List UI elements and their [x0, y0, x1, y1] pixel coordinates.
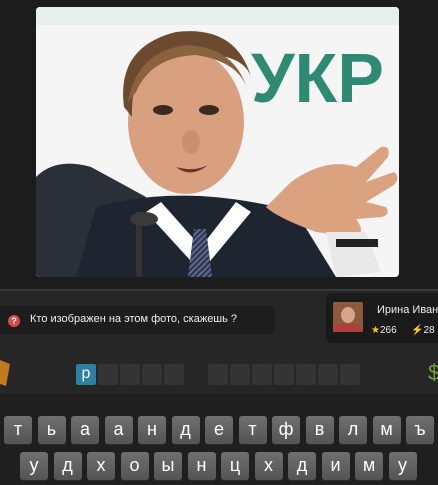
letter-key[interactable]: ы [154, 452, 182, 480]
lightning-icon: ⚡ [411, 325, 424, 336]
answer-slot[interactable] [230, 364, 250, 385]
answer-slot[interactable] [142, 364, 162, 385]
letter-key[interactable]: и [321, 452, 350, 480]
letter-key[interactable]: у [20, 452, 48, 480]
letter-key[interactable]: л [339, 416, 367, 444]
letter-key[interactable]: ф [272, 416, 300, 444]
user-name: Ирина Иванова [377, 304, 438, 316]
answer-slot-filled[interactable]: р [76, 364, 96, 385]
letter-key[interactable]: д [53, 452, 82, 480]
question-photo: УКР [36, 7, 399, 277]
letter-key[interactable]: х [254, 452, 283, 480]
letter-key[interactable]: м [355, 452, 383, 480]
svg-text:$: $ [428, 360, 438, 385]
answer-slot[interactable] [98, 364, 118, 385]
answer-slot[interactable] [296, 364, 316, 385]
letter-key[interactable]: т [4, 416, 32, 444]
question-text: Кто изображен на этом фото, скажешь ? [30, 313, 238, 325]
letter-key[interactable]: ъ [406, 416, 434, 444]
letter-key[interactable]: у [388, 452, 417, 480]
letter-key[interactable]: м [372, 416, 401, 444]
letter-key[interactable]: а [104, 416, 133, 444]
answer-slot[interactable] [208, 364, 228, 385]
photo-sign-text: УКР [251, 39, 384, 117]
letter-key[interactable]: н [187, 452, 216, 480]
answer-slot[interactable] [340, 364, 360, 385]
letter-key[interactable]: х [87, 452, 115, 480]
letter-key[interactable]: в [305, 416, 334, 444]
question-icon: ? [8, 315, 20, 327]
hint-button-right[interactable]: $ [428, 358, 438, 394]
answer-slot[interactable] [318, 364, 338, 385]
letter-key[interactable]: а [71, 416, 99, 444]
answer-slot[interactable] [164, 364, 184, 385]
stars-count: ★266 [371, 325, 397, 336]
letter-key[interactable]: о [120, 452, 149, 480]
letter-key[interactable]: д [171, 416, 200, 444]
letter-key[interactable]: т [238, 416, 267, 444]
letter-key[interactable]: н [138, 416, 166, 444]
star-icon: ★ [371, 325, 380, 336]
avatar[interactable] [333, 302, 363, 332]
energy-count: ⚡28 [411, 325, 435, 336]
answer-slot[interactable] [274, 364, 294, 385]
letter-key[interactable]: е [205, 416, 233, 444]
letter-key[interactable]: ь [37, 416, 66, 444]
answer-slot[interactable] [120, 364, 140, 385]
letter-key[interactable]: ц [221, 452, 249, 480]
hint-button-left[interactable] [0, 356, 14, 390]
letter-key[interactable]: д [288, 452, 316, 480]
answer-slot[interactable] [252, 364, 272, 385]
